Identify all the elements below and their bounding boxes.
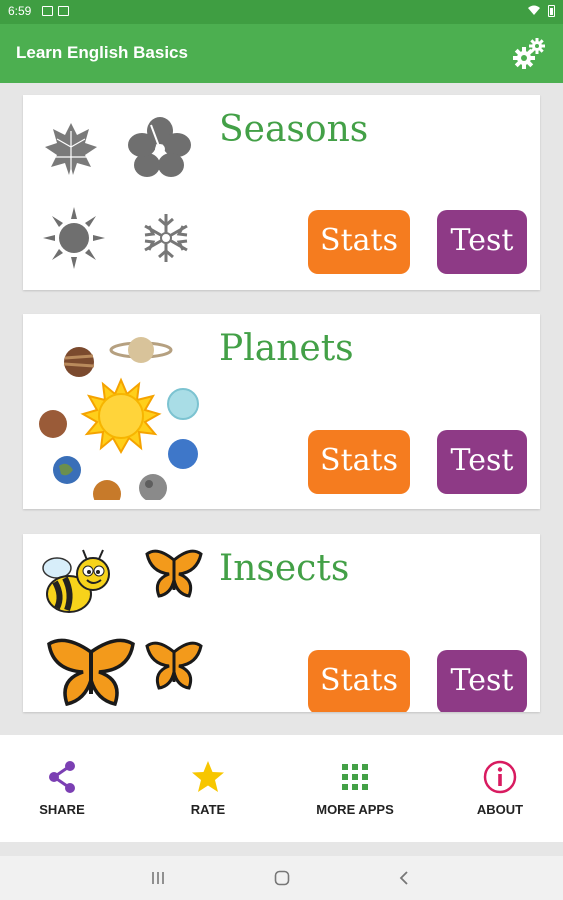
back-icon[interactable] bbox=[396, 869, 412, 887]
rate-label: RATE bbox=[190, 802, 226, 817]
status-time: 6:59 bbox=[8, 4, 32, 18]
card-title: Planets bbox=[219, 328, 354, 369]
test-button[interactable]: Test bbox=[437, 650, 527, 712]
card-planets[interactable]: Planets Stats Test bbox=[23, 314, 540, 509]
maple-leaf-icon bbox=[45, 123, 97, 175]
stats-button[interactable]: Stats bbox=[308, 210, 410, 274]
recent-apps-icon[interactable] bbox=[150, 870, 166, 886]
bee-icon bbox=[42, 549, 110, 613]
about-label: ABOUT bbox=[476, 802, 524, 817]
gears-icon[interactable] bbox=[511, 36, 547, 72]
card-seasons[interactable]: Seasons Stats Test bbox=[23, 95, 540, 290]
system-navigation-bar bbox=[0, 856, 563, 900]
rate-button[interactable]: RATE bbox=[138, 735, 278, 842]
butterfly-icon bbox=[47, 638, 135, 707]
battery-icon bbox=[548, 5, 555, 17]
card-title: Seasons bbox=[219, 109, 369, 150]
butterfly-icon bbox=[145, 641, 203, 690]
app-notification-icon bbox=[58, 6, 69, 16]
wifi-icon bbox=[528, 5, 540, 15]
more-apps-label: MORE APPS bbox=[316, 802, 394, 817]
about-button[interactable]: ABOUT bbox=[430, 735, 563, 842]
test-button[interactable]: Test bbox=[437, 430, 527, 494]
sun-icon bbox=[43, 207, 105, 269]
image-notification-icon bbox=[42, 6, 53, 16]
snowflake-icon bbox=[144, 214, 188, 262]
card-insects[interactable]: Insects Stats Test bbox=[23, 534, 540, 712]
share-label: SHARE bbox=[39, 802, 85, 817]
bottom-navigation: SHARE RATE MORE APPS ABOUT bbox=[0, 735, 563, 842]
share-button[interactable]: SHARE bbox=[0, 735, 132, 842]
butterfly-icon bbox=[145, 549, 203, 598]
test-button[interactable]: Test bbox=[437, 210, 527, 274]
app-title: Learn English Basics bbox=[16, 43, 188, 62]
grid-icon bbox=[342, 764, 368, 790]
star-icon bbox=[192, 761, 224, 792]
info-icon bbox=[483, 760, 517, 794]
solar-system-icon bbox=[39, 337, 199, 500]
status-bar: 6:59 bbox=[0, 0, 563, 24]
card-title: Insects bbox=[219, 548, 350, 589]
app-bar: Learn English Basics bbox=[0, 24, 563, 83]
share-icon bbox=[49, 761, 75, 793]
stats-button[interactable]: Stats bbox=[308, 650, 410, 712]
stats-button[interactable]: Stats bbox=[308, 430, 410, 494]
hibiscus-flower-icon bbox=[128, 117, 191, 177]
more-apps-button[interactable]: MORE APPS bbox=[285, 735, 425, 842]
home-icon[interactable] bbox=[273, 869, 291, 887]
